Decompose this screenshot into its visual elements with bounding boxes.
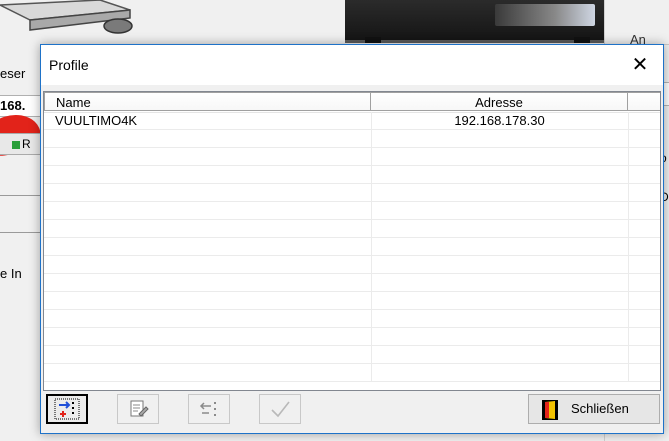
remove-profile-icon: [199, 402, 216, 416]
separator: [0, 232, 40, 233]
column-gridline: [371, 328, 372, 345]
device-image-left: [0, 0, 140, 40]
remove-profile-button[interactable]: [188, 394, 230, 424]
empty-table-row[interactable]: [44, 148, 660, 166]
column-gridline: [371, 130, 372, 147]
column-header-address[interactable]: Adresse: [371, 92, 628, 111]
column-gridline: [628, 238, 629, 255]
dialog-title: Profile: [49, 57, 89, 73]
column-gridline: [628, 148, 629, 165]
empty-table-row[interactable]: [44, 274, 660, 292]
checkmark-icon: [271, 401, 290, 418]
column-gridline: [371, 274, 372, 291]
add-profile-icon: [54, 398, 80, 420]
column-gridline: [628, 166, 629, 183]
column-gridline: [371, 292, 372, 309]
empty-table-row[interactable]: [44, 310, 660, 328]
column-gridline: [628, 112, 629, 129]
column-gridline: [628, 184, 629, 201]
column-gridline: [371, 364, 372, 381]
cell-profile-name: VUULTIMO4K: [55, 113, 138, 128]
dialog-toolbar: Schließen: [41, 385, 663, 431]
column-gridline: [628, 310, 629, 327]
column-gridline: [628, 274, 629, 291]
exit-door-icon: [542, 400, 558, 420]
column-gridline: [371, 184, 372, 201]
column-gridline: [371, 238, 372, 255]
empty-table-row[interactable]: [44, 364, 660, 382]
edit-profile-icon: [130, 400, 149, 417]
device-image-receiver: [345, 0, 610, 43]
profile-list[interactable]: Name Adresse VUULTIMO4K 192.168.178.30: [43, 91, 661, 391]
left-label-fragment: eser: [0, 66, 26, 81]
column-gridline: [628, 328, 629, 345]
column-gridline: [628, 220, 629, 237]
add-profile-button[interactable]: [46, 394, 88, 424]
list-rows: VUULTIMO4K 192.168.178.30: [44, 112, 660, 382]
column-gridline: [371, 166, 372, 183]
empty-table-row[interactable]: [44, 184, 660, 202]
empty-table-row[interactable]: [44, 202, 660, 220]
profile-dialog: Profile ✕ Name Adresse VUULTIMO4K 192.168…: [40, 44, 664, 434]
ip-fragment: 168.: [0, 98, 26, 113]
cell-profile-address: 192.168.178.30: [454, 113, 545, 128]
column-gridline: [628, 256, 629, 273]
empty-table-row[interactable]: [44, 256, 660, 274]
column-gridline: [628, 346, 629, 363]
column-gridline: [371, 346, 372, 363]
column-gridline: [371, 220, 372, 237]
dialog-titlebar[interactable]: Profile ✕: [41, 45, 663, 85]
empty-table-row[interactable]: [44, 166, 660, 184]
separator: [0, 195, 40, 196]
column-gridline: [371, 256, 372, 273]
list-header: Name Adresse: [44, 92, 660, 113]
column-gridline: [371, 148, 372, 165]
table-row[interactable]: VUULTIMO4K 192.168.178.30: [44, 112, 660, 130]
receiver-foot: [574, 37, 590, 43]
receiver-display: [495, 4, 595, 26]
column-gridline: [628, 364, 629, 381]
edit-profile-button[interactable]: [117, 394, 159, 424]
left-label-fragment: e In: [0, 266, 22, 281]
receiver-foot: [365, 37, 381, 43]
background-button-label: R: [22, 137, 31, 151]
empty-table-row[interactable]: [44, 130, 660, 148]
empty-table-row[interactable]: [44, 220, 660, 238]
apply-button[interactable]: [259, 394, 301, 424]
column-gridline: [628, 130, 629, 147]
network-icon: [12, 140, 20, 149]
column-gridline: [628, 292, 629, 309]
schliessen-button[interactable]: Schließen: [528, 394, 660, 424]
empty-table-row[interactable]: [44, 292, 660, 310]
column-header-name[interactable]: Name: [44, 92, 371, 111]
column-gridline: [371, 202, 372, 219]
column-header-filler: [628, 92, 660, 111]
column-gridline: [628, 202, 629, 219]
schliessen-label: Schließen: [571, 401, 629, 416]
empty-table-row[interactable]: [44, 328, 660, 346]
empty-table-row[interactable]: [44, 238, 660, 256]
column-gridline: [371, 310, 372, 327]
empty-table-row[interactable]: [44, 346, 660, 364]
background-button[interactable]: R: [0, 133, 41, 155]
ip-address-field[interactable]: 168.: [0, 95, 41, 117]
close-icon[interactable]: ✕: [617, 45, 663, 85]
